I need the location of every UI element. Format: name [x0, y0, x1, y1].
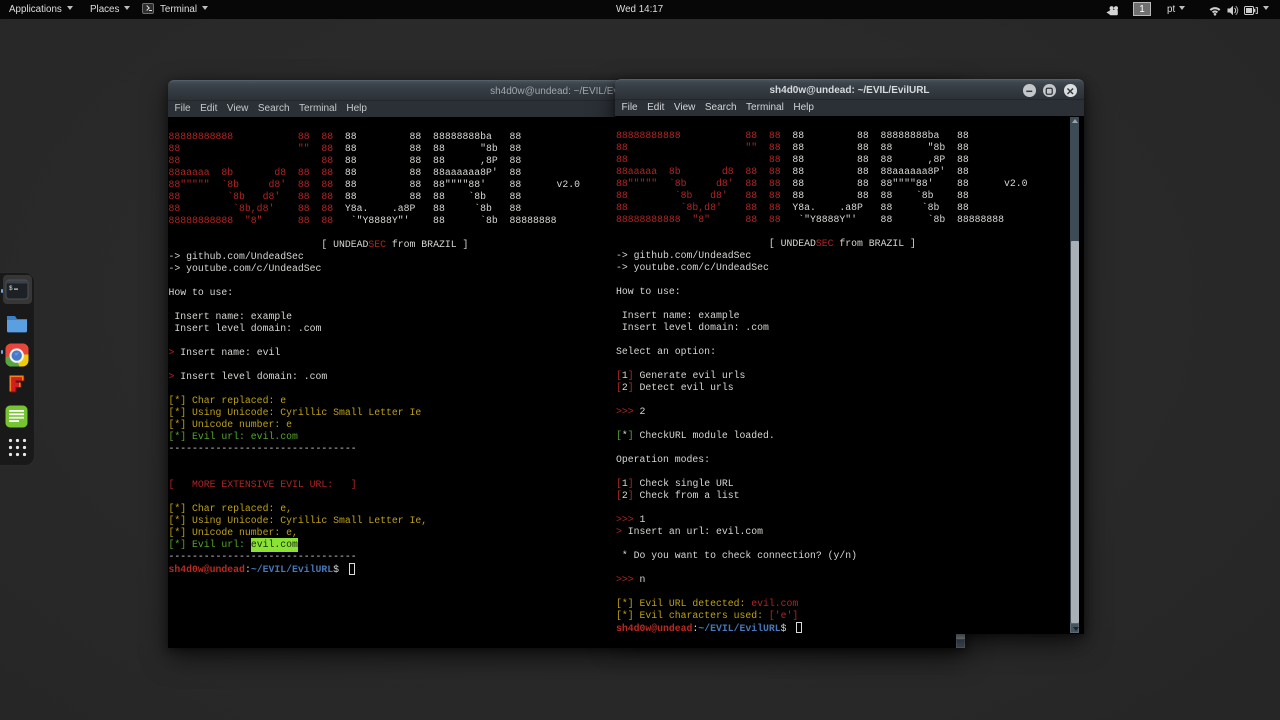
svg-text:$: $	[9, 285, 13, 292]
